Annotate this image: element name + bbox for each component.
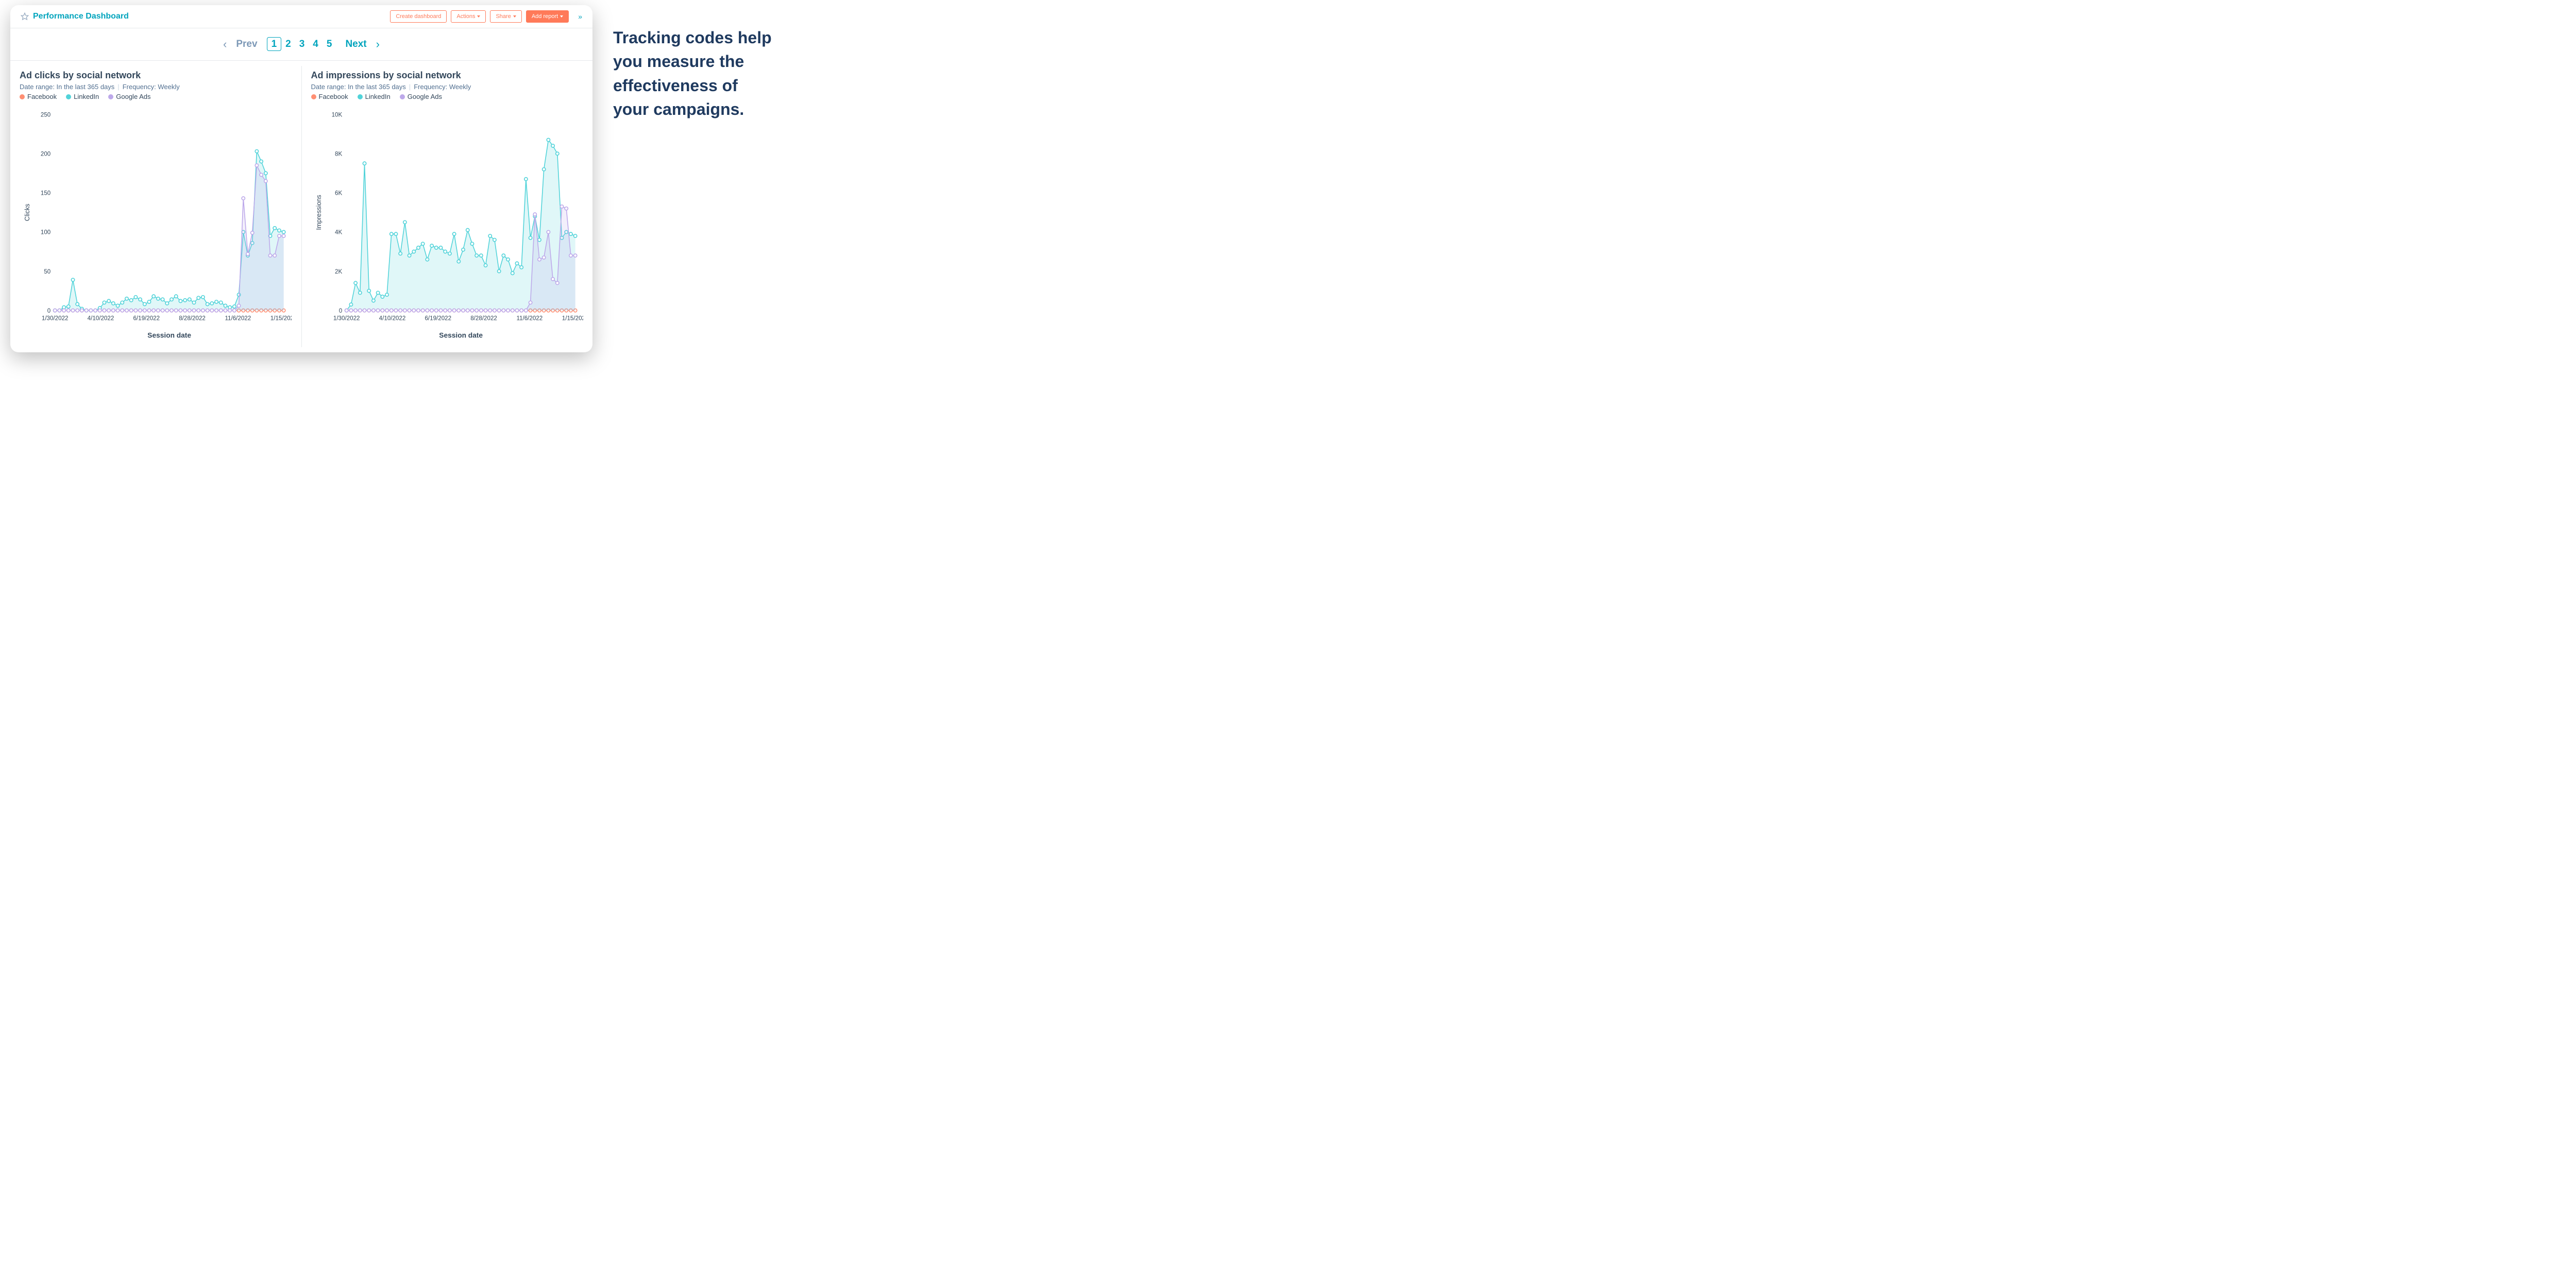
pager-next-arrow[interactable]: › — [376, 38, 380, 51]
chart-meta: Date range: In the last 365 days|Frequen… — [20, 83, 292, 91]
dashboard-card: Performance Dashboard Create dashboard A… — [10, 5, 592, 352]
svg-text:100: 100 — [41, 229, 50, 236]
legend-google[interactable]: Google Ads — [400, 93, 442, 100]
pager-page-3[interactable]: 3 — [295, 38, 309, 50]
charts-row: Ad clicks by social network Date range: … — [10, 61, 592, 347]
pager: ‹ Prev 12345 Next › — [10, 28, 592, 61]
svg-text:250: 250 — [41, 111, 50, 118]
chart-svg: 0 50 100 150 200 250 1/30/2022 4/10/2022 6/19/20… — [20, 104, 292, 343]
legend-linkedin[interactable]: LinkedIn — [66, 93, 99, 100]
svg-text:11/6/2022: 11/6/2022 — [516, 315, 543, 322]
pager-page-4[interactable]: 4 — [309, 38, 323, 50]
chart-legend: Facebook LinkedIn Google Ads — [20, 93, 292, 100]
legend-facebook[interactable]: Facebook — [311, 93, 348, 100]
collapse-icon[interactable]: » — [578, 12, 582, 21]
add-report-button[interactable]: Add report — [526, 10, 569, 23]
svg-text:Session date: Session date — [147, 332, 191, 339]
actions-button[interactable]: Actions — [451, 10, 486, 23]
svg-text:150: 150 — [41, 190, 50, 197]
svg-text:Session date: Session date — [439, 332, 483, 339]
pager-prev-arrow[interactable]: ‹ — [223, 38, 227, 51]
svg-text:1/30/2022: 1/30/2022 — [42, 315, 69, 322]
legend-google[interactable]: Google Ads — [108, 93, 150, 100]
svg-text:1/15/2023: 1/15/2023 — [270, 315, 292, 322]
svg-text:0: 0 — [47, 308, 50, 314]
svg-text:Clicks: Clicks — [24, 204, 31, 221]
svg-text:8/28/2022: 8/28/2022 — [179, 315, 206, 322]
chart-legend: Facebook LinkedIn Google Ads — [311, 93, 584, 100]
chart-panel-1: Ad impressions by social network Date ra… — [302, 66, 593, 347]
pager-page-5[interactable]: 5 — [323, 38, 336, 50]
chevron-down-icon — [513, 15, 516, 18]
pager-prev[interactable]: Prev — [236, 39, 257, 50]
pager-next[interactable]: Next — [345, 39, 366, 50]
svg-text:6/19/2022: 6/19/2022 — [133, 315, 160, 322]
svg-text:4/10/2022: 4/10/2022 — [379, 315, 405, 322]
chart-svg: 0 2K 4K 6K 8K 10K 1/30/2022 4/10/2022 6/19/2022 8… — [311, 104, 583, 343]
pager-page-2[interactable]: 2 — [281, 38, 295, 50]
star-icon[interactable] — [21, 12, 29, 21]
side-caption: Tracking codes help you measure the effe… — [613, 5, 788, 352]
legend-linkedin[interactable]: LinkedIn — [358, 93, 391, 100]
legend-facebook[interactable]: Facebook — [20, 93, 57, 100]
svg-text:0: 0 — [338, 308, 342, 314]
chart-title: Ad clicks by social network — [20, 70, 292, 81]
svg-text:8K: 8K — [335, 150, 342, 157]
topbar: Performance Dashboard Create dashboard A… — [10, 5, 592, 28]
chevron-down-icon — [477, 15, 480, 18]
svg-text:6K: 6K — [335, 190, 342, 197]
svg-text:11/6/2022: 11/6/2022 — [225, 315, 251, 322]
svg-text:4K: 4K — [335, 229, 342, 236]
svg-text:4/10/2022: 4/10/2022 — [88, 315, 114, 322]
svg-text:8/28/2022: 8/28/2022 — [470, 315, 497, 322]
page-title: Performance Dashboard — [33, 12, 129, 21]
chart-panel-0: Ad clicks by social network Date range: … — [10, 66, 302, 347]
svg-text:6/19/2022: 6/19/2022 — [425, 315, 451, 322]
create-dashboard-button[interactable]: Create dashboard — [390, 10, 447, 23]
caption-text: Tracking codes help you measure the effe… — [613, 26, 778, 122]
svg-text:200: 200 — [41, 150, 50, 157]
svg-text:2K: 2K — [335, 268, 342, 275]
svg-text:10K: 10K — [331, 111, 342, 118]
chart-meta: Date range: In the last 365 days|Frequen… — [311, 83, 584, 91]
share-button[interactable]: Share — [490, 10, 521, 23]
svg-text:1/30/2022: 1/30/2022 — [333, 315, 360, 322]
svg-text:50: 50 — [44, 268, 50, 275]
chart-title: Ad impressions by social network — [311, 70, 584, 81]
chevron-down-icon — [560, 15, 563, 18]
pager-page-1[interactable]: 1 — [267, 37, 282, 51]
svg-text:1/15/2023: 1/15/2023 — [562, 315, 583, 322]
svg-text:Impressions: Impressions — [315, 195, 323, 230]
